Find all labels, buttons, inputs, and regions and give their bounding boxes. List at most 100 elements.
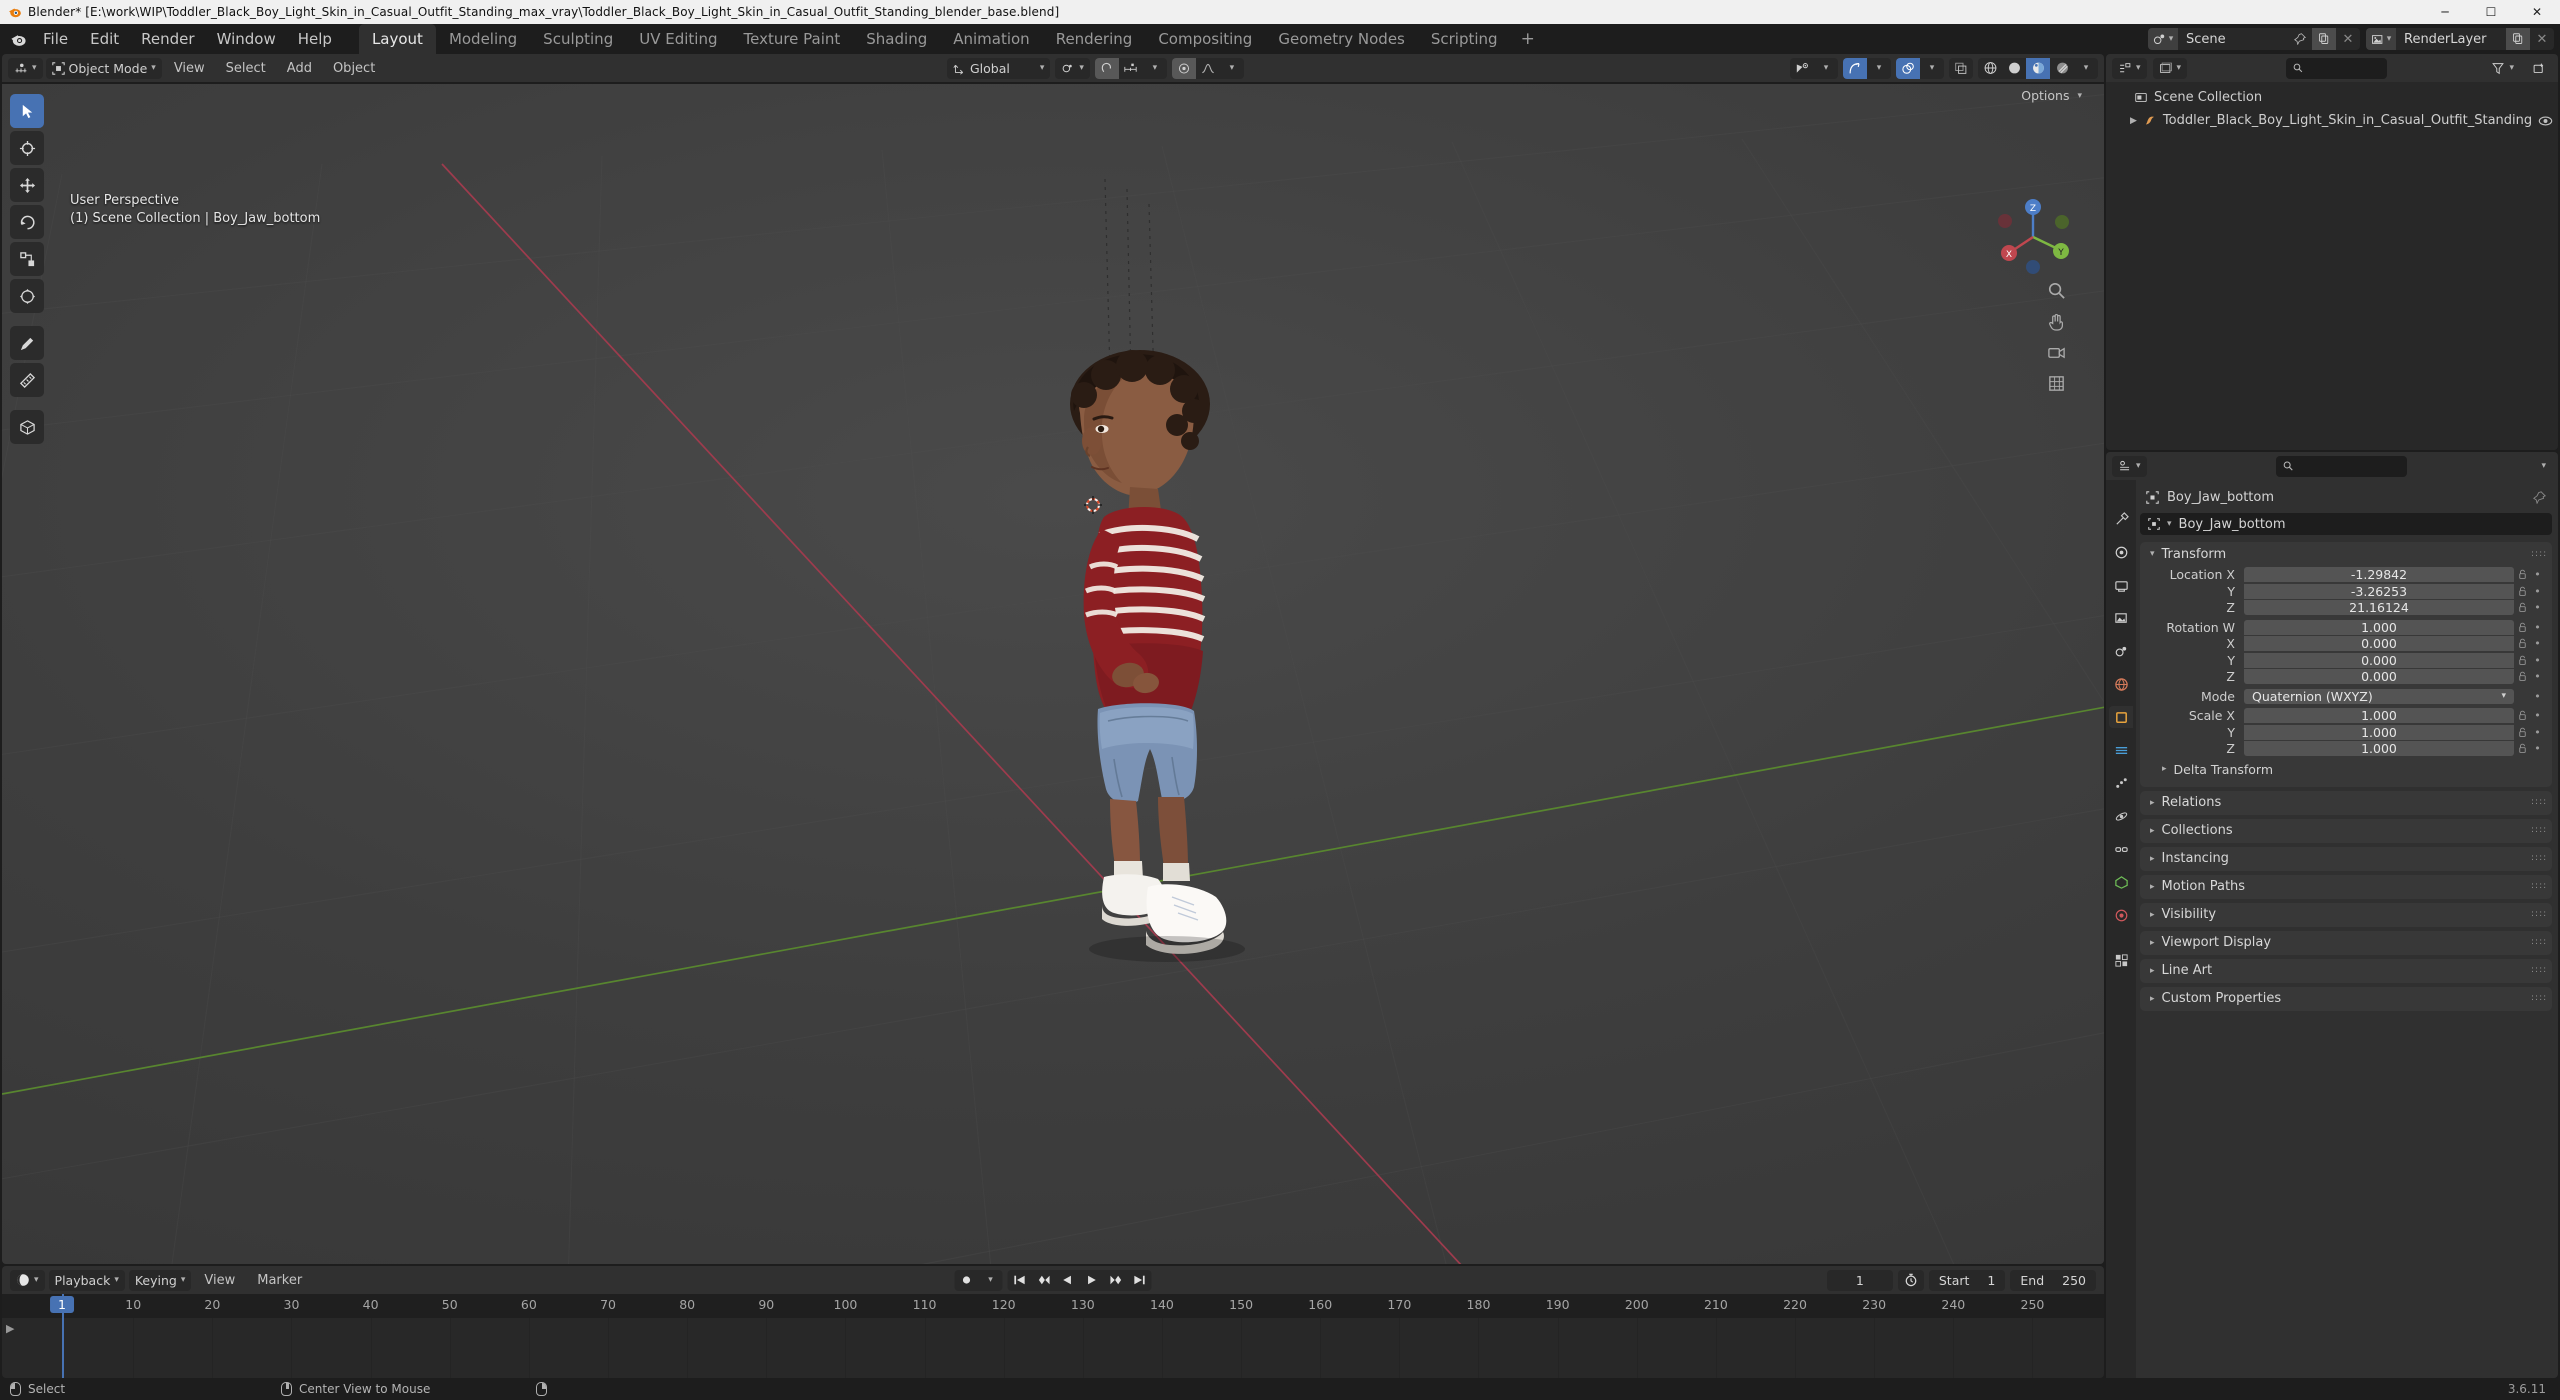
show-overlays-icon[interactable] bbox=[1896, 57, 1920, 79]
timeline-expand-icon[interactable]: ▶ bbox=[6, 1322, 14, 1335]
tool-cursor[interactable] bbox=[10, 131, 44, 165]
outliner-row-scene-collection[interactable]: Scene Collection bbox=[2106, 86, 2558, 109]
timeline-editor-type-button[interactable]: ▾ bbox=[10, 1269, 45, 1291]
rotation-z-lock-icon[interactable] bbox=[2514, 671, 2531, 682]
pin-id-icon[interactable] bbox=[2533, 491, 2546, 504]
rotation-x-value[interactable]: 0.000 bbox=[2244, 636, 2514, 652]
navigation-gizmo[interactable]: Z Y X bbox=[1990, 194, 2076, 280]
transform-panel-header[interactable]: ▾ Transform :::: bbox=[2140, 542, 2552, 566]
outliner-tree[interactable]: Scene Collection ▶ Toddler_Black_Boy_Lig… bbox=[2106, 82, 2558, 450]
tab-scene[interactable] bbox=[2109, 640, 2133, 662]
falloff-chevron-icon[interactable]: ▾ bbox=[1220, 58, 1244, 79]
pan-view-icon[interactable] bbox=[2045, 310, 2067, 332]
auto-keying-chevron-icon[interactable]: ▾ bbox=[979, 1270, 1003, 1291]
minimize-button[interactable]: ─ bbox=[2422, 0, 2468, 24]
tab-sculpting[interactable]: Sculpting bbox=[530, 24, 626, 54]
rotation-z-value[interactable]: 0.000 bbox=[2244, 669, 2514, 685]
falloff-curve-icon[interactable] bbox=[1196, 58, 1220, 79]
location-y-animate-dot[interactable]: • bbox=[2531, 585, 2544, 598]
add-workspace-button[interactable]: + bbox=[1511, 27, 1545, 51]
outliner-search-input[interactable] bbox=[2307, 61, 2380, 75]
properties-search-input[interactable] bbox=[2297, 459, 2400, 473]
outliner-editor-type-button[interactable]: ▾ bbox=[2112, 57, 2147, 79]
wireframe-shading-icon[interactable] bbox=[1978, 58, 2002, 79]
panel-relations-header[interactable]: ▸ Relations :::: bbox=[2140, 791, 2552, 815]
panel-motion-paths-header[interactable]: ▸ Motion Paths :::: bbox=[2140, 875, 2552, 899]
maximize-button[interactable]: ☐ bbox=[2468, 0, 2514, 24]
panel-relations[interactable]: ▸ Relations :::: bbox=[2140, 790, 2552, 815]
location-z-animate-dot[interactable]: • bbox=[2531, 601, 2544, 614]
tab-constraints[interactable] bbox=[2109, 838, 2133, 860]
next-keyframe-button[interactable] bbox=[1104, 1270, 1128, 1291]
snap-to-increment-icon[interactable] bbox=[1119, 58, 1143, 79]
viewlayer-selector[interactable]: ▾ RenderLayer ✕ bbox=[2366, 28, 2554, 50]
tab-tool[interactable] bbox=[2109, 508, 2133, 530]
visibility-expand-icon[interactable]: ▸ bbox=[2150, 910, 2155, 920]
scale-z-value[interactable]: 1.000 bbox=[2244, 741, 2514, 757]
jump-to-start-button[interactable] bbox=[1008, 1270, 1032, 1291]
delete-scene-button[interactable]: ✕ bbox=[2336, 28, 2360, 50]
menu-file[interactable]: File bbox=[32, 27, 79, 51]
viewport-menu-object[interactable]: Object bbox=[324, 58, 384, 79]
gizmo-chevron-icon[interactable]: ▾ bbox=[1867, 58, 1891, 79]
hide-in-viewport-icon[interactable] bbox=[2538, 115, 2553, 127]
location-x-value[interactable]: -1.29842 bbox=[2244, 567, 2514, 583]
tab-rendering[interactable]: Rendering bbox=[1043, 24, 1146, 54]
visibility-chevron-icon[interactable]: ▾ bbox=[1814, 58, 1838, 79]
tool-rotate[interactable] bbox=[10, 205, 44, 239]
outliner-filter-button[interactable]: ▾ bbox=[2485, 58, 2520, 79]
location-x-lock-icon[interactable] bbox=[2514, 569, 2531, 580]
play-reverse-button[interactable] bbox=[1056, 1270, 1080, 1291]
instancing-expand-icon[interactable]: ▸ bbox=[2150, 854, 2155, 864]
panel-viewport-display[interactable]: ▸ Viewport Display :::: bbox=[2140, 930, 2552, 955]
scale-x-lock-icon[interactable] bbox=[2514, 710, 2531, 721]
delta-transform-subpanel[interactable]: ▸ Delta Transform bbox=[2148, 758, 2544, 779]
tool-scale[interactable] bbox=[10, 242, 44, 276]
tab-texture-paint[interactable]: Texture Paint bbox=[730, 24, 853, 54]
rotation-x-animate-dot[interactable]: • bbox=[2531, 637, 2544, 650]
location-z-value[interactable]: 21.16124 bbox=[2244, 600, 2514, 616]
play-button[interactable] bbox=[1080, 1270, 1104, 1291]
viewport-menu-view[interactable]: View bbox=[165, 58, 214, 79]
new-viewlayer-button[interactable] bbox=[2506, 28, 2530, 50]
object-mode-selector[interactable]: Object Mode ▾ bbox=[45, 57, 162, 79]
rotation-y-value[interactable]: 0.000 bbox=[2244, 652, 2514, 668]
tab-layout[interactable]: Layout bbox=[358, 24, 436, 54]
transform-collapse-icon[interactable]: ▾ bbox=[2150, 549, 2155, 559]
location-x-animate-dot[interactable]: • bbox=[2531, 568, 2544, 581]
rotation-w-value[interactable]: 1.000 bbox=[2244, 619, 2514, 635]
use-preview-range-icon[interactable] bbox=[1897, 1269, 1924, 1291]
object-expand-icon[interactable]: ▶ bbox=[2130, 116, 2137, 126]
custom-properties-expand-icon[interactable]: ▸ bbox=[2150, 994, 2155, 1004]
rotation-z-animate-dot[interactable]: • bbox=[2531, 670, 2544, 683]
outliner-new-collection-button[interactable] bbox=[2526, 58, 2552, 79]
panel-line-art-header[interactable]: ▸ Line Art :::: bbox=[2140, 959, 2552, 983]
object-id-block[interactable]: ▾ Boy_Jaw_bottom bbox=[2140, 513, 2552, 535]
panel-instancing-header[interactable]: ▸ Instancing :::: bbox=[2140, 847, 2552, 871]
tab-geometry-nodes[interactable]: Geometry Nodes bbox=[1265, 24, 1418, 54]
auto-keying-icon[interactable] bbox=[955, 1270, 979, 1291]
viewport-menu-select[interactable]: Select bbox=[217, 58, 275, 79]
tab-render[interactable] bbox=[2109, 541, 2133, 563]
transform-orientation-selector[interactable]: Global ▾ bbox=[947, 57, 1051, 79]
character-model[interactable] bbox=[1022, 349, 1252, 989]
tab-object[interactable] bbox=[2109, 706, 2133, 728]
blender-menu-icon[interactable] bbox=[4, 31, 32, 48]
3d-viewport[interactable]: User Perspective (1) Scene Collection | … bbox=[2, 84, 2104, 1264]
overlays-chevron-icon[interactable]: ▾ bbox=[1920, 58, 1944, 79]
rotation-w-animate-dot[interactable]: • bbox=[2531, 621, 2544, 634]
scene-selector[interactable]: ▾ Scene ✕ bbox=[2148, 28, 2360, 50]
tab-uv-editing[interactable]: UV Editing bbox=[626, 24, 730, 54]
timeline-playback-menu[interactable]: Playback ▾ bbox=[48, 1269, 125, 1291]
menu-window[interactable]: Window bbox=[206, 27, 287, 51]
tab-physics[interactable] bbox=[2109, 805, 2133, 827]
tab-animation[interactable]: Animation bbox=[940, 24, 1042, 54]
rotation-mode-dropdown[interactable]: Quaternion (WXYZ) ▾ bbox=[2244, 688, 2514, 704]
viewport-menu-add[interactable]: Add bbox=[278, 58, 321, 79]
tab-world[interactable] bbox=[2109, 673, 2133, 695]
scale-y-value[interactable]: 1.000 bbox=[2244, 724, 2514, 740]
panel-custom-properties[interactable]: ▸ Custom Properties :::: bbox=[2140, 986, 2552, 1011]
snap-chevron-icon[interactable]: ▾ bbox=[1143, 58, 1167, 79]
timeline-view-menu[interactable]: View bbox=[195, 1270, 244, 1291]
scale-y-lock-icon[interactable] bbox=[2514, 727, 2531, 738]
